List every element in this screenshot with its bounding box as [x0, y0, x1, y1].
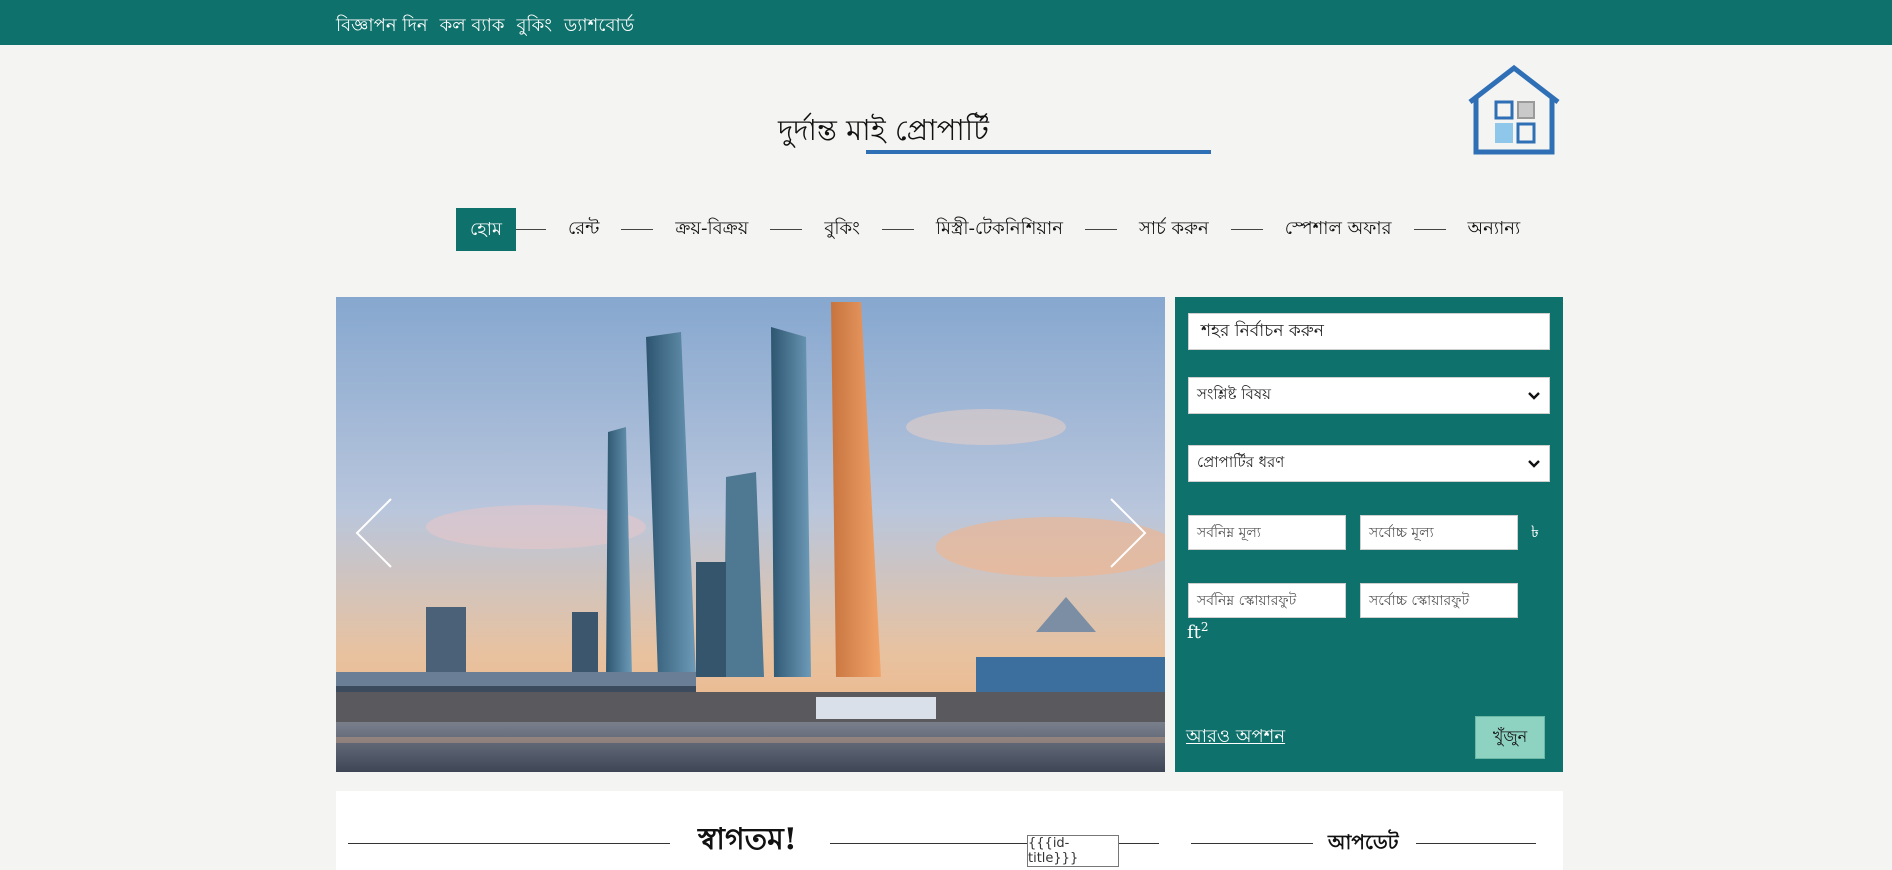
property-type-select-value: প্রোপার্টির ধরণ [1197, 453, 1285, 471]
nav-item-special-offer[interactable]: স্পেশাল অফার [1283, 214, 1394, 245]
carousel-prev-icon[interactable] [355, 497, 395, 569]
divider-line [1416, 843, 1536, 844]
carousel-next-icon[interactable] [1107, 497, 1147, 569]
nav-separator [515, 229, 546, 230]
chevron-down-icon [1528, 459, 1540, 468]
nav-separator [1085, 229, 1117, 230]
max-price-input[interactable]: সর্বোচ্চ মূল্য [1360, 515, 1518, 550]
divider-line [1119, 843, 1159, 844]
id-title-placeholder: {{{id-title}}} [1027, 835, 1119, 867]
update-heading: আপডেট [1328, 830, 1399, 854]
top-link-dashboard[interactable]: ড্যাশবোর্ড [564, 11, 634, 42]
nav-item-search[interactable]: সার্চ করুন [1137, 214, 1211, 245]
divider-line [348, 843, 670, 844]
nav-separator [881, 229, 914, 230]
top-links: বিজ্ঞাপন দিন কল ব্যাক বুকিং ড্যাশবোর্ড [336, 11, 634, 42]
divider-line [830, 843, 1028, 844]
nav-item-booking[interactable]: বুকিং [822, 214, 862, 245]
nav-separator [1230, 229, 1263, 230]
hero-carousel[interactable] [336, 297, 1165, 772]
nav-separator [770, 229, 803, 230]
city-skyline-image [336, 297, 1165, 772]
subject-select[interactable]: সংশ্লিষ্ট বিষয় [1188, 377, 1550, 414]
max-sqft-input[interactable]: সর্বোচ্চ স্কোয়ারফুট [1360, 583, 1518, 618]
property-search-panel: শহর নির্বাচন করুন সংশ্লিষ্ট বিষয় প্রোপা… [1175, 297, 1563, 772]
chevron-down-icon [1528, 391, 1540, 400]
top-bar: বিজ্ঞাপন দিন কল ব্যাক বুকিং ড্যাশবোর্ড [0, 0, 1892, 45]
area-unit-base: ft [1187, 622, 1201, 643]
city-select-input[interactable]: শহর নির্বাচন করুন [1188, 313, 1550, 350]
nav-item-technician[interactable]: মিস্ত্রী-টেকনিশিয়ান [934, 214, 1065, 245]
area-unit: ft2 [1187, 620, 1209, 643]
nav-item-buy-sell[interactable]: ক্রয়-বিক্রয় [673, 214, 750, 245]
property-type-select[interactable]: প্রোপার্টির ধরণ [1188, 445, 1550, 482]
house-icon[interactable] [1464, 64, 1564, 158]
nav-item-rent[interactable]: রেন্ট [566, 214, 601, 245]
title-underline [866, 150, 1211, 154]
search-button[interactable]: খুঁজুন [1475, 716, 1545, 759]
divider-line [1191, 843, 1313, 844]
more-options-link[interactable]: আরও অপশন [1186, 722, 1285, 753]
top-link-callback[interactable]: কল ব্যাক [440, 11, 505, 42]
main-nav: হোম রেন্ট ক্রয়-বিক্রয় বুকিং মিস্ত্রী-ট… [456, 208, 1522, 251]
area-unit-exponent: 2 [1200, 620, 1209, 634]
nav-separator [621, 229, 654, 230]
currency-unit: ৳ [1531, 522, 1539, 541]
top-link-advertise[interactable]: বিজ্ঞাপন দিন [336, 11, 428, 42]
subject-select-value: সংশ্লিষ্ট বিষয় [1197, 385, 1271, 403]
min-sqft-input[interactable]: সর্বনিম্ন স্কোয়ারফুট [1188, 583, 1346, 618]
nav-item-others[interactable]: অন্যান্য [1466, 214, 1523, 245]
min-price-input[interactable]: সর্বনিম্ন মূল্য [1188, 515, 1346, 550]
welcome-heading: স্বাগতম! [698, 822, 797, 857]
nav-item-home[interactable]: হোম [456, 208, 516, 251]
nav-separator [1413, 229, 1446, 230]
content-section: স্বাগতম! আপডেট {{{id-title}}} [336, 791, 1563, 870]
top-link-booking[interactable]: বুকিং [516, 11, 552, 42]
